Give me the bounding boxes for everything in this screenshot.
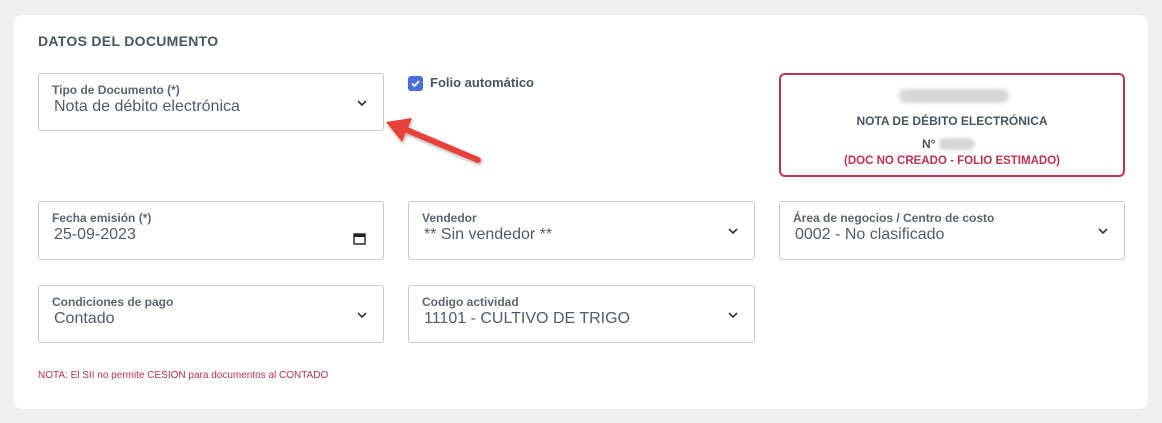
condiciones-pago-label: Condiciones de pago bbox=[52, 295, 174, 309]
document-preview-box: NOTA DE DÉBITO ELECTRÓNICA N° (DOC NO CR… bbox=[779, 73, 1125, 177]
chevron-down-icon bbox=[728, 228, 738, 235]
section-title: DATOS DEL DOCUMENTO bbox=[38, 33, 219, 49]
fecha-emision-value: 25-09-2023 bbox=[54, 226, 136, 243]
folio-automatico-checkbox[interactable] bbox=[408, 76, 423, 91]
codigo-actividad-label: Codigo actividad bbox=[422, 295, 519, 309]
area-negocios-value: 0002 - No clasificado bbox=[795, 226, 945, 243]
codigo-actividad-value: 11101 - CULTIVO DE TRIGO bbox=[424, 310, 630, 327]
calendar-icon[interactable] bbox=[353, 232, 366, 245]
codigo-actividad-select[interactable]: Codigo actividad 11101 - CULTIVO DE TRIG… bbox=[408, 285, 755, 343]
checkmark-icon bbox=[411, 80, 420, 88]
document-status: (DOC NO CREADO - FOLIO ESTIMADO) bbox=[844, 155, 1060, 167]
tipo-documento-value: Nota de débito electrónica bbox=[54, 98, 240, 115]
area-negocios-select[interactable]: Área de negocios / Centro de costo 0002 … bbox=[779, 201, 1125, 260]
chevron-down-icon bbox=[728, 312, 738, 319]
chevron-down-icon bbox=[1098, 228, 1108, 235]
cesion-note: NOTA: El SII no permite CESION para docu… bbox=[38, 370, 329, 381]
area-negocios-label: Área de negocios / Centro de costo bbox=[793, 211, 995, 225]
chevron-down-icon bbox=[357, 312, 367, 319]
fecha-emision-label: Fecha emisión (*) bbox=[52, 211, 152, 225]
vendedor-label: Vendedor bbox=[422, 211, 477, 225]
vendedor-select[interactable]: Vendedor ** Sin vendedor ** bbox=[408, 201, 755, 260]
condiciones-pago-value: Contado bbox=[54, 310, 115, 327]
fecha-emision-input[interactable]: Fecha emisión (*) 25-09-2023 bbox=[38, 201, 384, 260]
chevron-down-icon bbox=[357, 100, 367, 107]
redacted-rut bbox=[899, 89, 1009, 103]
vendedor-value: ** Sin vendedor ** bbox=[424, 226, 553, 243]
document-type-label: NOTA DE DÉBITO ELECTRÓNICA bbox=[856, 114, 1048, 128]
condiciones-pago-select[interactable]: Condiciones de pago Contado bbox=[38, 285, 384, 343]
tipo-documento-select[interactable]: Tipo de Documento (*) Nota de débito ele… bbox=[38, 73, 384, 131]
folio-automatico-label: Folio automático bbox=[430, 75, 534, 90]
annotation-arrow bbox=[386, 118, 481, 163]
document-number-prefix: N° bbox=[922, 137, 936, 151]
redacted-number bbox=[939, 138, 975, 150]
tipo-documento-label: Tipo de Documento (*) bbox=[52, 83, 180, 97]
